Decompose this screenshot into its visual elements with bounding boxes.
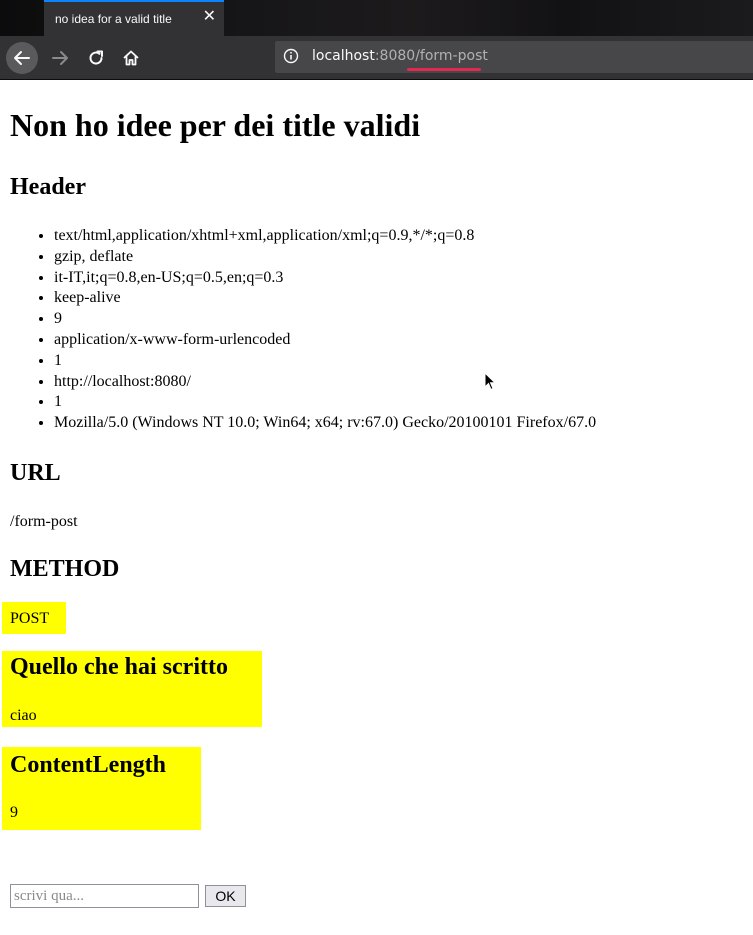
- written-value: ciao: [10, 707, 37, 724]
- arrow-right-icon: [52, 51, 68, 65]
- home-button[interactable]: [115, 42, 147, 74]
- back-button[interactable]: [6, 42, 38, 74]
- tab-title: no idea for a valid title: [55, 12, 172, 26]
- url-path-underline: [407, 68, 481, 71]
- header-item: application/x-www-form-urlencoded: [54, 330, 596, 351]
- address-bar[interactable]: localhost:8080/form-post: [275, 41, 753, 73]
- forward-button[interactable]: [44, 42, 76, 74]
- header-item: Mozilla/5.0 (Windows NT 10.0; Win64; x64…: [54, 413, 596, 434]
- text-input[interactable]: [10, 884, 199, 908]
- header-item: gzip, deflate: [54, 247, 596, 268]
- home-icon: [123, 50, 139, 66]
- url-value: /form-post: [10, 513, 78, 530]
- mouse-cursor-icon: [484, 372, 496, 391]
- content-length-heading: ContentLength: [10, 752, 167, 778]
- page-title: Non ho idee per dei title validi: [10, 107, 421, 143]
- written-heading: Quello che hai scritto: [10, 654, 228, 680]
- method-highlight: POST: [2, 602, 66, 634]
- header-item: keep-alive: [54, 288, 596, 309]
- header-item: 1: [54, 351, 596, 372]
- method-heading: METHOD: [10, 556, 120, 582]
- header-item: 1: [54, 392, 596, 413]
- header-list: text/html,application/xhtml+xml,applicat…: [30, 226, 596, 434]
- header-item: 9: [54, 309, 596, 330]
- header-item: it-IT,it;q=0.8,en-US;q=0.5,en;q=0.3: [54, 268, 596, 289]
- content-length-highlight: ContentLength 9: [2, 747, 201, 830]
- url-host: localhost: [312, 48, 375, 64]
- url-path: /form-post: [415, 48, 488, 64]
- ok-button[interactable]: OK: [205, 885, 246, 907]
- site-info-icon[interactable]: [283, 48, 299, 68]
- tab-strip: no idea for a valid title ✕: [0, 0, 753, 36]
- header-heading: Header: [10, 174, 86, 200]
- url-heading: URL: [10, 460, 61, 486]
- close-tab-icon[interactable]: ✕: [203, 9, 216, 25]
- navigation-toolbar: localhost:8080/form-post: [0, 36, 753, 80]
- reload-icon: [89, 50, 103, 65]
- browser-tab[interactable]: no idea for a valid title ✕: [44, 0, 224, 36]
- content-length-value: 9: [10, 804, 18, 821]
- url-port: :8080: [374, 48, 416, 64]
- url-text[interactable]: localhost:8080/form-post: [312, 48, 488, 64]
- method-value: POST: [10, 610, 50, 627]
- reload-button[interactable]: [80, 42, 112, 74]
- header-item: http://localhost:8080/: [54, 372, 596, 393]
- arrow-left-icon: [14, 51, 30, 65]
- header-item: text/html,application/xhtml+xml,applicat…: [54, 226, 596, 247]
- written-highlight: Quello che hai scritto ciao: [2, 651, 262, 727]
